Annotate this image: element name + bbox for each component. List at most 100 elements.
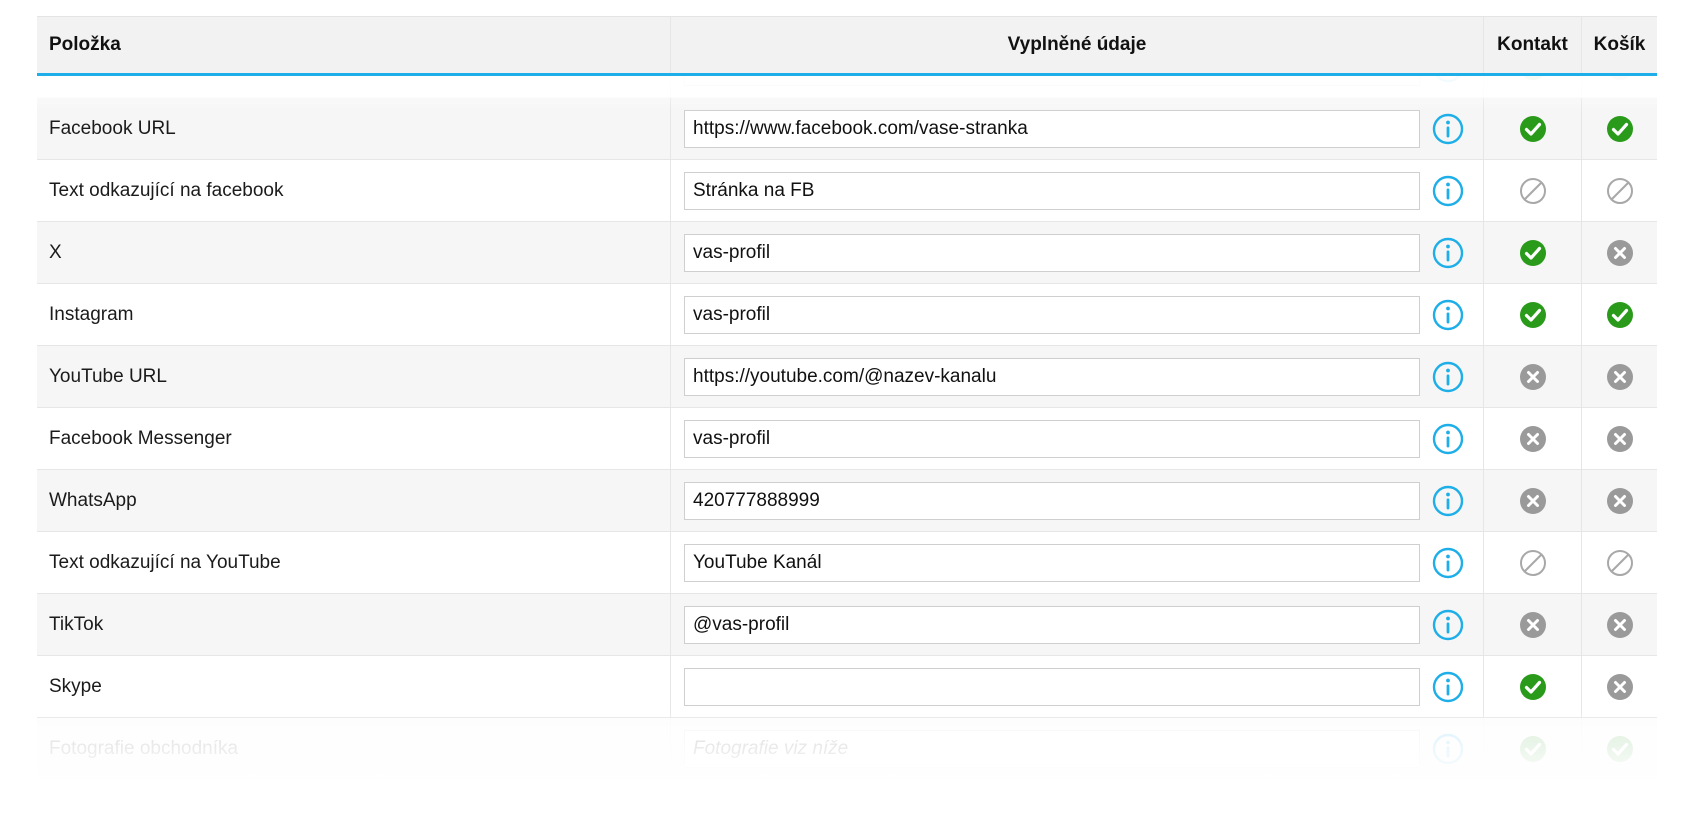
table-row: Facebook URL <box>37 98 1657 160</box>
row-label: WhatsApp <box>37 470 671 531</box>
contact-status-cell <box>1484 222 1582 283</box>
info-icon[interactable] <box>1432 609 1464 641</box>
table-row: X <box>37 222 1657 284</box>
cart-status-cell <box>1582 160 1657 221</box>
table-row: Facebook Messenger <box>37 408 1657 470</box>
row-value-cell <box>671 222 1484 283</box>
cart-status-cell <box>1582 408 1657 469</box>
cart-status-cell <box>1582 470 1657 531</box>
row-value-input[interactable] <box>684 481 1420 520</box>
row-value-input[interactable] <box>684 419 1420 458</box>
row-value-input[interactable] <box>684 233 1420 272</box>
row-label: Text odkazující na YouTube <box>37 532 671 593</box>
header-item: Položka <box>37 17 671 73</box>
info-icon[interactable] <box>1432 547 1464 579</box>
x-circle-icon <box>1518 424 1548 454</box>
check-circle-icon <box>1605 300 1635 330</box>
table-row: TikTok <box>37 594 1657 656</box>
row-value-cell <box>671 470 1484 531</box>
contact-status-cell <box>1484 160 1582 221</box>
x-circle-icon <box>1518 610 1548 640</box>
table-row: Text odkazující na facebook <box>37 160 1657 222</box>
check-circle-icon <box>1518 238 1548 268</box>
table-row: Instagram <box>37 284 1657 346</box>
row-value-cell <box>671 284 1484 345</box>
row-value-input[interactable] <box>684 357 1420 396</box>
contact-status-cell <box>1484 718 1582 779</box>
x-circle-icon <box>1605 610 1635 640</box>
table-row: WhatsApp <box>37 470 1657 532</box>
info-icon[interactable] <box>1432 299 1464 331</box>
row-value-cell <box>671 656 1484 717</box>
not-applicable-icon <box>1518 176 1548 206</box>
info-icon[interactable] <box>1432 733 1464 765</box>
row-value-input[interactable] <box>684 295 1420 334</box>
row-value-cell <box>671 408 1484 469</box>
contact-status-cell <box>1484 470 1582 531</box>
cart-status-cell <box>1582 656 1657 717</box>
row-value-input[interactable] <box>684 729 1420 768</box>
row-value-input[interactable] <box>684 605 1420 644</box>
contact-status-cell <box>1484 532 1582 593</box>
row-label: Facebook URL <box>37 98 671 159</box>
info-icon[interactable] <box>1432 423 1464 455</box>
not-applicable-icon <box>1605 176 1635 206</box>
row-label: YouTube URL <box>37 346 671 407</box>
header-contact: Kontakt <box>1484 17 1582 73</box>
contact-status-cell <box>1484 594 1582 655</box>
check-circle-icon <box>1518 114 1548 144</box>
table-row: Fotografie obchodníka <box>37 718 1657 780</box>
row-label: X <box>37 222 671 283</box>
check-circle-icon <box>1605 734 1635 764</box>
x-circle-icon <box>1518 486 1548 516</box>
row-label: Text odkazující na facebook <box>37 160 671 221</box>
x-circle-icon <box>1605 486 1635 516</box>
row-label: Instagram <box>37 284 671 345</box>
row-value-input[interactable] <box>684 543 1420 582</box>
check-circle-icon <box>1518 300 1548 330</box>
row-value-cell <box>671 532 1484 593</box>
table-row: YouTube URL <box>37 346 1657 408</box>
row-value-input[interactable] <box>684 171 1420 210</box>
cart-status-cell <box>1582 222 1657 283</box>
row-label: TikTok <box>37 594 671 655</box>
info-icon[interactable] <box>1432 485 1464 517</box>
header-value: Vyplněné údaje <box>671 17 1484 73</box>
table-header: Položka Vyplněné údaje Kontakt Košík <box>37 16 1657 76</box>
cart-status-cell <box>1582 284 1657 345</box>
row-value-cell <box>671 160 1484 221</box>
x-circle-icon <box>1605 672 1635 702</box>
cart-status-cell <box>1582 718 1657 779</box>
cart-status-cell <box>1582 346 1657 407</box>
not-applicable-icon <box>1605 548 1635 578</box>
cart-status-cell <box>1582 594 1657 655</box>
info-icon[interactable] <box>1432 175 1464 207</box>
info-icon[interactable] <box>1432 361 1464 393</box>
table-row: Skype <box>37 656 1657 718</box>
info-icon[interactable] <box>1432 113 1464 145</box>
row-label: Fotografie obchodníka <box>37 718 671 779</box>
row-value-input[interactable] <box>684 667 1420 706</box>
contact-status-cell <box>1484 98 1582 159</box>
check-circle-icon <box>1605 114 1635 144</box>
check-circle-icon <box>1518 734 1548 764</box>
check-circle-icon <box>1518 672 1548 702</box>
contact-status-cell <box>1484 408 1582 469</box>
cart-status-cell <box>1582 532 1657 593</box>
x-circle-icon <box>1518 362 1548 392</box>
x-circle-icon <box>1605 362 1635 392</box>
row-value-cell <box>671 346 1484 407</box>
row-label: Facebook Messenger <box>37 408 671 469</box>
header-cart: Košík <box>1593 34 1646 55</box>
row-value-input[interactable] <box>684 109 1420 148</box>
row-label: Skype <box>37 656 671 717</box>
info-icon[interactable] <box>1432 237 1464 269</box>
row-value-cell <box>671 594 1484 655</box>
row-value-cell <box>671 98 1484 159</box>
info-icon[interactable] <box>1432 671 1464 703</box>
table-row: Text odkazující na YouTube <box>37 532 1657 594</box>
x-circle-icon <box>1605 238 1635 268</box>
cart-status-cell <box>1582 98 1657 159</box>
x-circle-icon <box>1605 424 1635 454</box>
contact-status-cell <box>1484 284 1582 345</box>
